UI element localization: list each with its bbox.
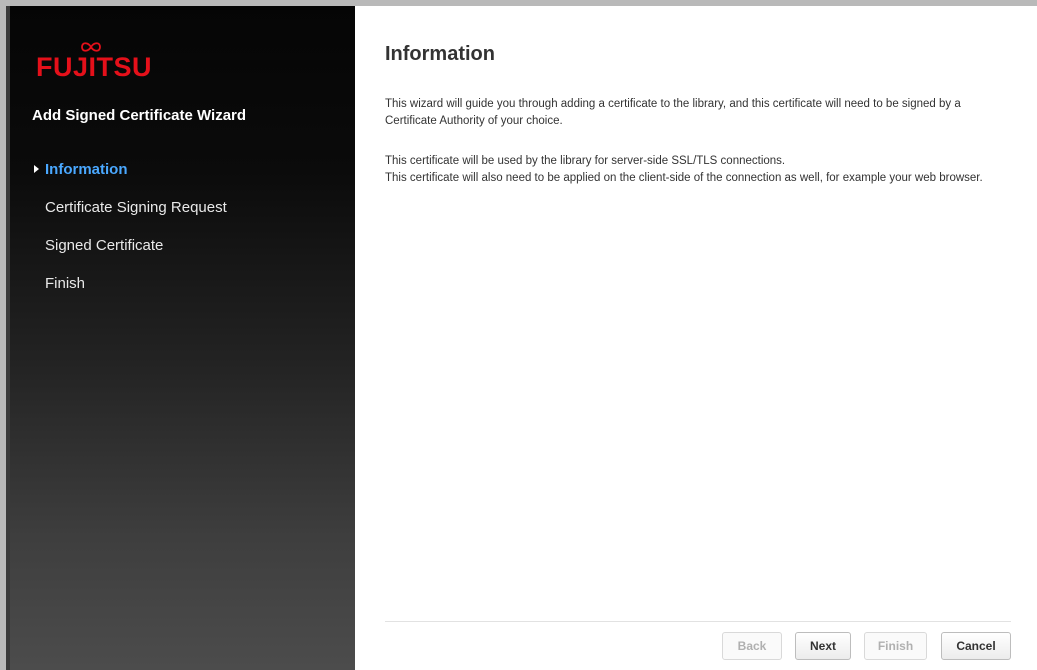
step-label: Information bbox=[45, 161, 128, 178]
intro-paragraph: This wizard will guide you through addin… bbox=[385, 98, 961, 127]
step-label: Signed Certificate bbox=[45, 237, 164, 254]
finish-button[interactable]: Finish bbox=[864, 632, 927, 660]
next-button[interactable]: Next bbox=[795, 632, 851, 660]
step-finish[interactable]: Finish bbox=[32, 275, 227, 313]
wizard-sidebar: FUJITSU Add Signed Certificate Wizard In… bbox=[6, 6, 355, 670]
step-label: Finish bbox=[45, 275, 86, 292]
page-title: Information bbox=[385, 43, 495, 65]
step-label: Certificate Signing Request bbox=[45, 199, 227, 216]
logo-text: FUJITSU bbox=[36, 52, 153, 82]
usage-paragraph: This certificate will be used by the lib… bbox=[385, 153, 1010, 187]
cancel-button[interactable]: Cancel bbox=[941, 632, 1011, 660]
step-signed-certificate[interactable]: Signed Certificate bbox=[32, 237, 227, 275]
step-certificate-signing-request[interactable]: Certificate Signing Request bbox=[32, 199, 227, 237]
fujitsu-logo: FUJITSU bbox=[36, 40, 156, 90]
usage-line-2: This certificate will also need to be ap… bbox=[385, 172, 983, 184]
wizard-steps: Information Certificate Signing Request … bbox=[32, 161, 227, 313]
footer-divider bbox=[385, 621, 1011, 622]
usage-line-1: This certificate will be used by the lib… bbox=[385, 155, 786, 167]
current-step-arrow-icon bbox=[34, 165, 39, 173]
back-button[interactable]: Back bbox=[722, 632, 782, 660]
step-information[interactable]: Information bbox=[32, 161, 227, 199]
wizard-title: Add Signed Certificate Wizard bbox=[32, 107, 247, 124]
